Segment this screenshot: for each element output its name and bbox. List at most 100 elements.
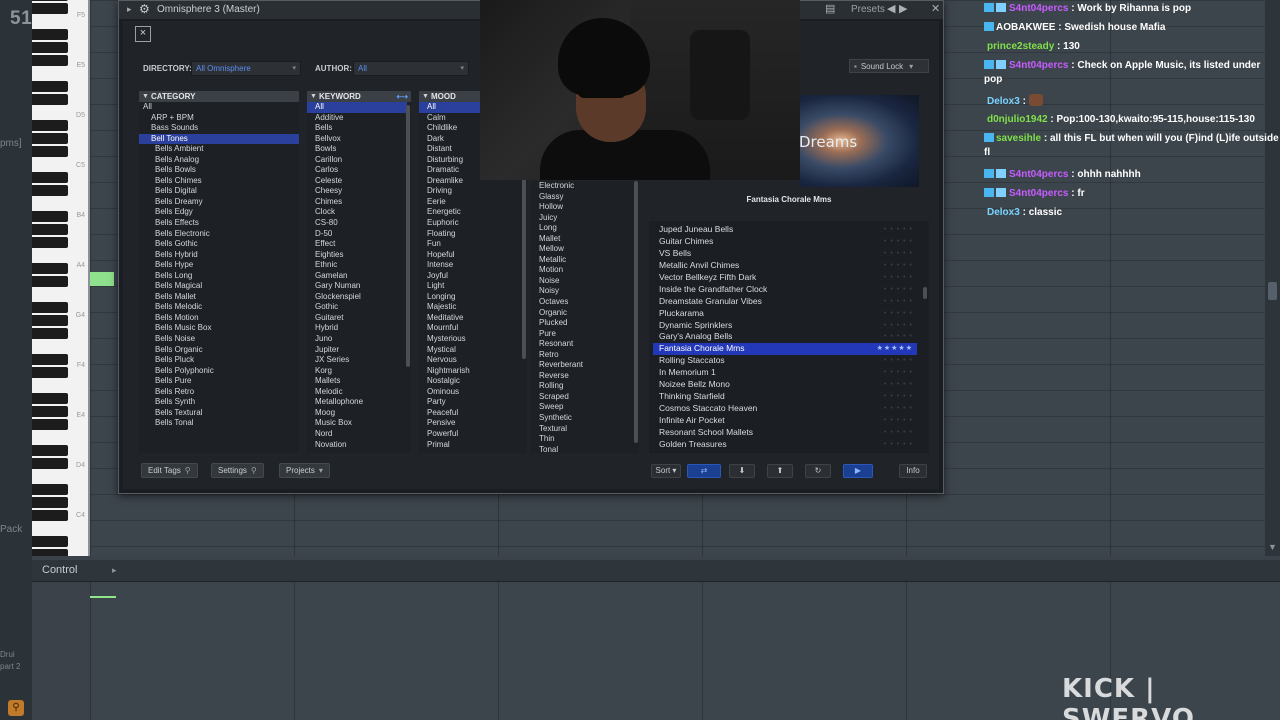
list-item[interactable]: Mallets [307, 376, 407, 387]
patch-list[interactable]: Juped Juneau Bells • • • • • Guitar Chimes… [649, 221, 929, 453]
black-key[interactable] [32, 367, 68, 378]
list-item[interactable]: Metallophone [307, 397, 407, 408]
list-item[interactable]: Gothic [307, 302, 407, 313]
list-item[interactable]: Euphoric [419, 218, 523, 229]
list-item[interactable]: Bells Hype [139, 260, 299, 271]
list-item[interactable]: Cheesy [307, 186, 407, 197]
patch-item[interactable]: Dynamic Sprinklers • • • • • [653, 320, 917, 332]
black-key[interactable] [32, 3, 68, 14]
list-item[interactable]: Gary Numan [307, 281, 407, 292]
chat-username[interactable]: S4nt04percs [1009, 188, 1068, 199]
patch-item[interactable]: Vector Bellkeyz Fifth Dark • • • • • [653, 272, 917, 284]
rating-stars-icon[interactable]: ★★★★★ [877, 343, 913, 355]
black-key[interactable] [32, 484, 68, 495]
list-item[interactable]: All [307, 102, 407, 113]
scroll-down-icon[interactable]: ▼ [1268, 542, 1277, 552]
list-item[interactable]: Mournful [419, 323, 523, 334]
list-item[interactable]: Energetic [419, 207, 523, 218]
list-item[interactable]: Bells Organic [139, 345, 299, 356]
black-key[interactable] [32, 133, 68, 144]
list-item[interactable]: Rolling [531, 381, 639, 392]
list-item[interactable]: Mellow [531, 244, 639, 255]
scrollbar-thumb[interactable] [634, 181, 638, 443]
list-item[interactable]: Bells Digital [139, 186, 299, 197]
sort-button[interactable]: Sort ▾ [651, 464, 681, 478]
rating-stars-icon[interactable]: • • • • • [884, 355, 913, 367]
list-item[interactable]: Bells Tonal [139, 418, 299, 429]
link-icon[interactable]: ⟷ [397, 91, 408, 102]
rating-stars-icon[interactable]: • • • • • [884, 236, 913, 248]
chevron-right-icon[interactable]: ▸ [112, 565, 117, 576]
black-key[interactable] [32, 354, 68, 365]
list-item[interactable]: Long [531, 223, 639, 234]
list-item[interactable]: Novation [307, 440, 407, 451]
list-item[interactable]: Carlos [307, 165, 407, 176]
list-item[interactable]: Carillon [307, 155, 407, 166]
list-item[interactable]: Reverse [531, 371, 639, 382]
chat-username[interactable]: S4nt04percs [1009, 3, 1068, 14]
list-item[interactable]: Driving [419, 186, 523, 197]
rating-stars-icon[interactable]: • • • • • [884, 260, 913, 272]
chat-username[interactable]: Delox3 [987, 96, 1020, 107]
list-item[interactable]: Light [419, 281, 523, 292]
chat-username[interactable]: Delox3 [987, 207, 1020, 218]
list-item[interactable]: Jupiter [307, 345, 407, 356]
list-item[interactable]: Motion [531, 265, 639, 276]
list-item[interactable]: Bells Noise [139, 334, 299, 345]
list-item[interactable]: Bells Effects [139, 218, 299, 229]
rating-stars-icon[interactable]: • • • • • [884, 415, 913, 427]
list-item[interactable]: Sweep [531, 402, 639, 413]
black-key[interactable] [32, 172, 68, 183]
list-item[interactable]: Eighties [307, 250, 407, 261]
scrollbar-thumb[interactable] [923, 287, 927, 299]
black-key[interactable] [32, 445, 68, 456]
black-key[interactable] [32, 302, 68, 313]
scrollbar-thumb[interactable] [406, 105, 410, 367]
list-item[interactable]: Textural [531, 424, 639, 435]
category-list[interactable]: All ARP + BPM Bass Sounds Bell Tones Bells A… [139, 102, 299, 429]
patch-item[interactable]: Dreamstate Granular Vibes • • • • • [653, 296, 917, 308]
chat-username[interactable]: savesihle [996, 133, 1041, 144]
list-item[interactable]: Bells Pluck [139, 355, 299, 366]
list-item[interactable]: Longing [419, 292, 523, 303]
patch-item[interactable]: Resonant School Mallets • • • • • [653, 427, 917, 439]
rating-stars-icon[interactable]: • • • • • [884, 439, 913, 451]
black-key[interactable] [32, 146, 68, 157]
list-item[interactable]: Retro [531, 350, 639, 361]
rating-stars-icon[interactable]: • • • • • [884, 284, 913, 296]
list-item[interactable]: Nostalgic [419, 376, 523, 387]
list-item[interactable]: Bells Motion [139, 313, 299, 324]
black-key[interactable] [32, 510, 68, 521]
list-item[interactable]: Tonal [531, 445, 639, 456]
list-item[interactable]: Mystical [419, 345, 523, 356]
list-item[interactable]: Primal [419, 440, 523, 451]
directory-select[interactable]: All Omnisphere ▾ [191, 61, 301, 76]
rating-stars-icon[interactable]: • • • • • [884, 331, 913, 343]
black-key[interactable] [32, 328, 68, 339]
black-key[interactable] [32, 211, 68, 222]
list-item[interactable]: Mallet [531, 234, 639, 245]
list-item[interactable]: Bells Melodic [139, 302, 299, 313]
list-item[interactable]: Music Box [307, 418, 407, 429]
rating-stars-icon[interactable]: • • • • • [884, 224, 913, 236]
patch-item[interactable]: Fantasia Chorale Mms ★★★★★ [653, 343, 917, 356]
scrollbar-thumb[interactable] [1268, 282, 1277, 300]
rating-stars-icon[interactable]: • • • • • [884, 379, 913, 391]
category-column[interactable]: ▼ CATEGORY All ARP + BPM Bass Sounds Bell To… [139, 91, 299, 453]
list-item[interactable]: Juno [307, 334, 407, 345]
list-item[interactable]: Nightmarish [419, 366, 523, 377]
list-item[interactable]: ARP + BPM [139, 113, 299, 124]
black-key[interactable] [32, 81, 68, 92]
next-preset-icon[interactable]: ▶ [899, 2, 907, 15]
list-item[interactable]: Pensive [419, 418, 523, 429]
list-item[interactable]: Electronic [531, 181, 639, 192]
list-item[interactable]: D-50 [307, 229, 407, 240]
black-key[interactable] [32, 224, 68, 235]
black-key[interactable] [32, 185, 68, 196]
list-item[interactable]: Bells Edgy [139, 207, 299, 218]
list-item[interactable]: Melodic [307, 387, 407, 398]
rating-stars-icon[interactable]: • • • • • [884, 248, 913, 260]
patch-item[interactable]: Thinking Starfield • • • • • [653, 391, 917, 403]
list-item[interactable]: Nervous [419, 355, 523, 366]
patch-item[interactable]: Golden Treasures • • • • • [653, 439, 917, 451]
